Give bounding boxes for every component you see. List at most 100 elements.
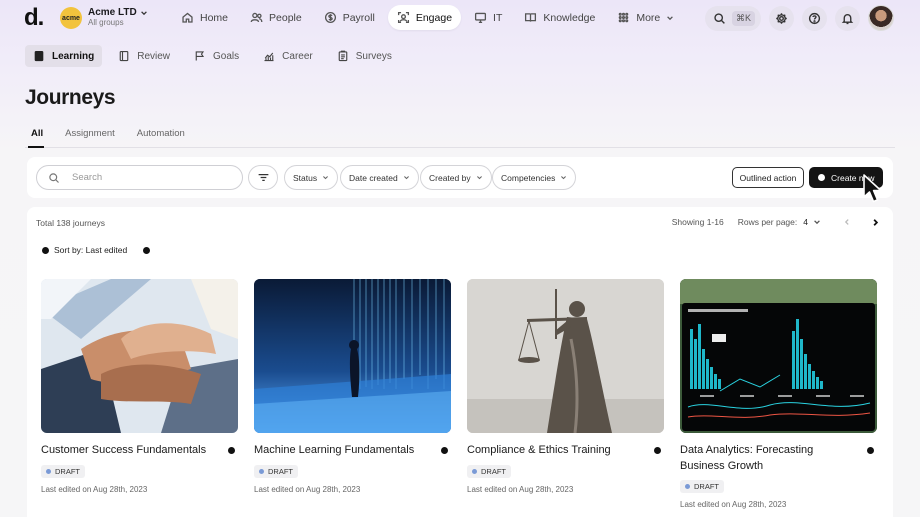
learning-icon: [34, 50, 44, 62]
chart-icon: [264, 52, 274, 62]
status-label: DRAFT: [481, 466, 506, 476]
chevron-down-icon: [403, 176, 409, 180]
org-switcher[interactable]: acme Acme LTD All groups: [60, 7, 148, 29]
card-menu-dot-icon[interactable]: [441, 447, 448, 454]
prev-page-button[interactable]: [841, 216, 853, 228]
search-icon: [49, 172, 59, 183]
dashboard-screen-illustration: [680, 279, 877, 433]
shortcut-hint: ⌘K: [731, 10, 755, 26]
card-menu-dot-icon[interactable]: [654, 447, 661, 454]
card-menu-dot-icon[interactable]: [228, 447, 235, 454]
nav-item-people[interactable]: People: [241, 5, 311, 30]
nav-item-payroll[interactable]: Payroll: [315, 5, 384, 30]
org-name: Acme LTD: [88, 7, 137, 18]
page-title: Journeys: [25, 86, 116, 109]
nav-label: Engage: [415, 11, 453, 24]
search-field[interactable]: [36, 165, 243, 190]
help-button[interactable]: [802, 5, 827, 31]
status-dot-icon: [259, 468, 264, 474]
card-title: Compliance & Ethics Training: [467, 444, 611, 456]
subnav-item-review[interactable]: Review: [110, 45, 178, 67]
status-label: DRAFT: [55, 466, 80, 476]
review-icon: [119, 50, 129, 62]
status-dot-icon: [472, 468, 477, 474]
outlined-action-button[interactable]: Outlined action: [732, 167, 804, 188]
home-icon: [182, 12, 193, 23]
search-icon: [714, 12, 725, 24]
chevron-down-icon: [476, 176, 482, 180]
org-subtitle: All groups: [88, 18, 124, 27]
created-by-filter[interactable]: Created by: [420, 165, 492, 190]
subnav-item-career[interactable]: Career: [255, 45, 321, 67]
chip-label: Created by: [429, 172, 471, 183]
chip-label: Competencies: [501, 172, 556, 183]
notifications-button[interactable]: [835, 5, 860, 31]
monitor-icon: [475, 12, 487, 24]
rows-per-page-select[interactable]: 4: [803, 217, 821, 227]
filter-lines-icon: [258, 174, 268, 181]
status-badge: DRAFT: [254, 464, 298, 478]
status-badge: DRAFT: [41, 464, 85, 478]
tab-all[interactable]: All: [31, 128, 43, 139]
nav-label: People: [269, 11, 302, 24]
create-dot-icon: [818, 174, 825, 181]
subnav-label: Surveys: [355, 50, 392, 62]
journey-card[interactable]: Customer Success Fundamentals DRAFT Last…: [41, 279, 238, 494]
card-title: Customer Success Fundamentals: [41, 444, 207, 456]
last-edited: Last edited on Aug 28th, 2023: [467, 484, 574, 494]
tab-assignment[interactable]: Assignment: [65, 128, 115, 139]
search-input[interactable]: [72, 172, 222, 183]
card-title: Machine Learning Fundamentals: [254, 444, 415, 456]
global-search-button[interactable]: ⌘K: [704, 5, 761, 31]
competencies-filter[interactable]: Competencies: [492, 165, 577, 190]
nav-item-more[interactable]: More: [608, 5, 683, 30]
nav-label: More: [636, 11, 661, 24]
status-filter[interactable]: Status: [284, 165, 339, 190]
subnav-item-goals[interactable]: Goals: [186, 45, 247, 67]
nav-label: Home: [200, 11, 229, 24]
bell-icon: [841, 13, 854, 24]
grid-icon: [619, 12, 629, 23]
journey-card[interactable]: Data Analytics: Forecasting Business Gro…: [680, 279, 877, 509]
journey-card[interactable]: Compliance & Ethics Training DRAFT Last …: [467, 279, 664, 494]
gear-icon: [776, 12, 787, 24]
book-icon: [525, 13, 537, 22]
user-avatar[interactable]: [868, 5, 894, 31]
payroll-icon: [324, 11, 336, 24]
filter-button[interactable]: [248, 165, 278, 190]
card-menu-dot-icon[interactable]: [867, 447, 874, 454]
showing-range: Showing 1-16: [671, 217, 724, 227]
last-edited: Last edited on Aug 28th, 2023: [680, 500, 787, 509]
engage-icon: [397, 11, 409, 24]
nav-item-home[interactable]: Home: [172, 5, 237, 30]
nav-item-it[interactable]: IT: [465, 5, 511, 30]
journeys-panel: Total 138 journeys Showing 1-16 Rows per…: [27, 207, 893, 517]
sort-control[interactable]: Sort by: Last edited: [42, 245, 151, 255]
chevron-right-icon: [873, 218, 878, 226]
nav-item-engage[interactable]: Engage: [387, 5, 462, 30]
status-label: DRAFT: [694, 482, 719, 491]
tab-automation[interactable]: Automation: [137, 128, 185, 139]
pagination: Showing 1-16 Rows per page: 4: [672, 216, 881, 228]
status-badge: DRAFT: [467, 464, 511, 478]
subnav-item-learning[interactable]: Learning: [25, 45, 103, 67]
total-count: Total 138 journeys: [36, 218, 105, 228]
chevron-down-icon: [561, 176, 567, 180]
org-avatar: acme: [60, 7, 82, 29]
nav-item-knowledge[interactable]: Knowledge: [515, 5, 604, 30]
app-logo[interactable]: d.: [24, 4, 44, 32]
subnav-item-surveys[interactable]: Surveys: [329, 45, 400, 67]
card-title: Data Analytics: Forecasting Business Gro…: [680, 444, 814, 472]
last-edited: Last edited on Aug 28th, 2023: [254, 484, 361, 494]
sort-toggle-dot-icon[interactable]: [143, 246, 151, 254]
date-created-filter[interactable]: Date created: [340, 165, 419, 190]
journey-thumbnail-teamwork: [41, 279, 238, 433]
subnav-label: Career: [282, 50, 313, 62]
status-dot-icon: [46, 468, 51, 474]
sort-label: Sort by: Last edited: [54, 245, 128, 255]
settings-button[interactable]: [769, 5, 794, 31]
next-page-button[interactable]: [869, 216, 881, 228]
hands-together-illustration: [41, 279, 238, 433]
people-icon: [250, 12, 263, 23]
journey-card[interactable]: Machine Learning Fundamentals DRAFT Last…: [254, 279, 451, 494]
